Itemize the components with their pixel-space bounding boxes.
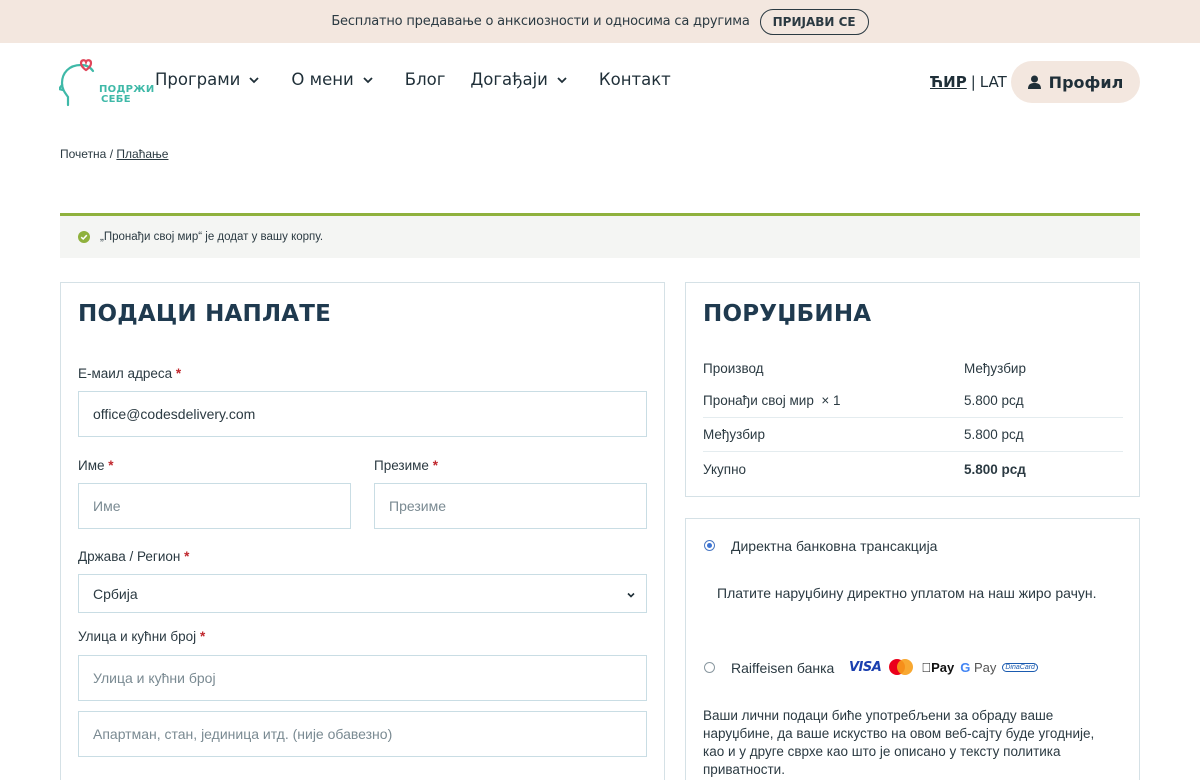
chevron-down-icon bbox=[249, 76, 260, 83]
subtotal-label: Међузбир bbox=[703, 427, 765, 442]
breadcrumb-home[interactable]: Почетна bbox=[60, 147, 106, 161]
apple-pay-logo: Pay bbox=[921, 659, 954, 675]
subtotal-value: 5.800 рсд bbox=[964, 427, 1024, 442]
language-switcher: ЋИР | LAT bbox=[930, 73, 1007, 91]
dinacard-logo: DinaCard bbox=[1002, 662, 1038, 672]
country-select[interactable]: Србија bbox=[78, 574, 647, 613]
apartment-field[interactable]: Апартман, стан, јединица итд. (није обав… bbox=[78, 711, 647, 757]
radio-raiffeisen[interactable] bbox=[704, 662, 715, 673]
product-header: Производ bbox=[703, 360, 764, 376]
last-name-field[interactable]: Презиме bbox=[374, 483, 647, 529]
last-name-label: Презиме * bbox=[374, 458, 438, 473]
billing-title: ПОДАЦИ НАПЛАТЕ bbox=[78, 301, 332, 327]
cart-notice: „Пронађи свој мир“ је додат у вашу корпу… bbox=[60, 213, 1140, 258]
total-label: Укупно bbox=[703, 461, 747, 477]
breadcrumb-separator: / bbox=[109, 147, 114, 161]
bank-transfer-label[interactable]: Директна банковна трансакција bbox=[731, 538, 937, 554]
logo-text: ПОДРЖИ СЕБЕ bbox=[99, 84, 155, 105]
apple-icon:  bbox=[921, 660, 931, 675]
item-name: Пронађи свој мир × 1 bbox=[703, 393, 841, 408]
subtotal-row: Међузбир 5.800 рсд bbox=[703, 418, 1123, 452]
nav-item-blog[interactable]: Блог bbox=[405, 70, 446, 89]
order-header-row: Производ Међузбир bbox=[703, 351, 1123, 385]
lang-separator: | bbox=[970, 73, 976, 91]
radio-bank-transfer[interactable] bbox=[704, 540, 715, 551]
chevron-down-icon bbox=[627, 592, 635, 598]
billing-panel: ПОДАЦИ НАПЛАТЕ Е-маил адреса * office@co… bbox=[60, 282, 665, 780]
order-title: ПОРУЏБИНА bbox=[703, 301, 872, 327]
nav-item-contact[interactable]: Контакт bbox=[599, 70, 671, 89]
country-label: Држава / Регион * bbox=[78, 549, 190, 564]
register-button[interactable]: ПРИЈАВИ СЕ bbox=[759, 8, 869, 35]
email-label: Е-маил адреса * bbox=[78, 366, 182, 381]
site-header: ПОДРЖИ СЕБЕ Програми О мени Блог Догађај… bbox=[0, 43, 1200, 123]
check-circle-icon bbox=[78, 231, 90, 243]
email-field[interactable]: office@codesdelivery.com bbox=[78, 391, 647, 437]
subtotal-header: Међузбир bbox=[964, 360, 1026, 376]
first-name-label: Име * bbox=[78, 458, 114, 473]
site-logo[interactable]: ПОДРЖИ СЕБЕ bbox=[57, 59, 154, 107]
total-row: Укупно 5.800 рсд bbox=[703, 452, 1123, 486]
order-item-row: Пронађи свој мир × 1 5.800 рсд bbox=[703, 384, 1123, 418]
chevron-down-icon bbox=[363, 76, 373, 83]
order-panel: ПОРУЏБИНА Производ Међузбир Пронађи свој… bbox=[685, 282, 1140, 497]
item-price: 5.800 рсд bbox=[964, 393, 1024, 408]
visa-logo: VISA bbox=[849, 659, 882, 675]
breadcrumb-current[interactable]: Плаћање bbox=[116, 147, 168, 161]
raiffeisen-label[interactable]: Raiffeisen банка bbox=[731, 660, 834, 676]
lang-cyrillic[interactable]: ЋИР bbox=[930, 73, 967, 91]
announcement-text: Бесплатно предавање о анксиозности и одн… bbox=[331, 14, 750, 29]
privacy-notice: Ваши лични подаци биће употребљени за об… bbox=[703, 708, 1095, 777]
chevron-down-icon bbox=[557, 76, 567, 83]
google-pay-logo: G Pay bbox=[950, 659, 996, 675]
main-nav: Програми О мени Блог Догађаји Контакт bbox=[155, 70, 703, 89]
mastercard-icon bbox=[889, 659, 914, 675]
announcement-bar: Бесплатно предавање о анксиозности и одн… bbox=[0, 0, 1200, 43]
notice-text: „Пронађи свој мир“ је додат у вашу корпу… bbox=[100, 231, 324, 243]
nav-item-events[interactable]: Догађаји bbox=[470, 70, 567, 89]
payment-panel: Директна банковна трансакција Платите на… bbox=[685, 518, 1140, 780]
total-value: 5.800 рсд bbox=[964, 461, 1026, 477]
nav-item-about[interactable]: О мени bbox=[291, 70, 373, 89]
breadcrumb: Почетна / Плаћање bbox=[60, 147, 168, 161]
street-label: Улица и кућни број * bbox=[78, 629, 206, 644]
street-field[interactable]: Улица и кућни број bbox=[78, 655, 647, 701]
lang-latin[interactable]: LAT bbox=[980, 73, 1007, 91]
profile-button[interactable]: Профил bbox=[1011, 61, 1140, 103]
user-icon bbox=[1027, 75, 1041, 89]
payment-card-logos: VISA Pay G Pay DinaCard bbox=[849, 658, 1038, 676]
first-name-field[interactable]: Име bbox=[78, 483, 351, 529]
nav-item-programs[interactable]: Програми bbox=[155, 70, 260, 89]
bank-transfer-description: Платите наруџбину директно уплатом на на… bbox=[717, 585, 1097, 601]
